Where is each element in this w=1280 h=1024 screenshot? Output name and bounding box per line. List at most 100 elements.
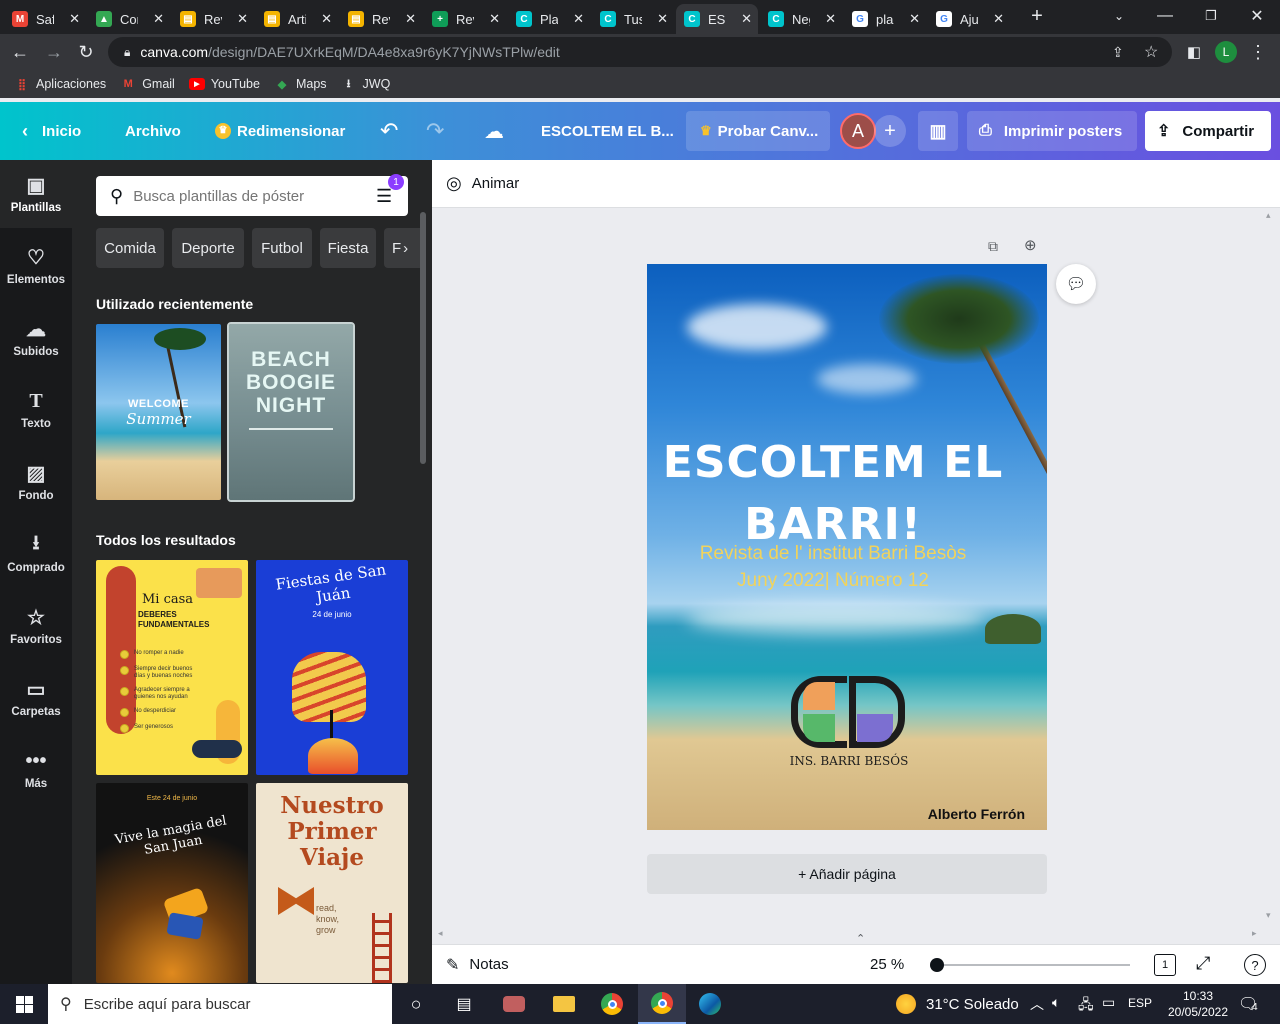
rail-item-purchased[interactable]: ⭳ Comprado [0,520,72,588]
collaborator-avatar[interactable]: A [840,113,876,149]
browser-tab[interactable]: M Safari ✕ [4,4,86,34]
close-tab-icon[interactable]: ✕ [657,11,668,27]
close-window-icon[interactable]: ✕ [1234,0,1280,32]
poster-author[interactable]: Alberto Ferrón [647,806,1025,822]
browser-tab[interactable]: ▤ Arti ✕ [256,4,338,34]
edge-icon[interactable] [686,984,734,1024]
side-panel-icon[interactable]: ◧ [1182,40,1206,64]
template-search-input[interactable] [133,187,364,205]
reload-icon[interactable]: ↻ [74,40,98,64]
input-language[interactable]: ESP [1128,996,1152,1010]
insights-chart-icon[interactable]: ▥ [918,111,958,151]
browser-tab[interactable]: Gplan ✕ [844,4,926,34]
cloud-saved-icon[interactable]: ☁ [484,102,504,160]
recent-template-beach-boogie[interactable]: BEACH BOOGIE NIGHT [227,322,355,502]
help-icon[interactable]: ? [1244,954,1266,976]
document-title[interactable]: ESCOLTEM EL B... [541,102,674,160]
bookmark-gmail[interactable]: M Gmail [120,76,175,92]
cortana-circle-icon[interactable]: ○ [392,984,440,1024]
rail-item-folders[interactable]: ▭ Carpetas [0,664,72,732]
zoom-slider-track[interactable] [932,964,1130,966]
close-tab-icon[interactable]: ✕ [405,11,416,27]
resize-button[interactable]: ♛ Redimensionar [215,102,345,160]
redo-icon[interactable]: ↷ [426,102,444,160]
network-icon[interactable]: 🖧︎ [1078,994,1094,1018]
system-clock[interactable]: 10:33 20/05/2022 [1162,988,1234,1020]
address-bar[interactable]: 🔒︎ canva.com/design/DAE7UXrkEqM/DA4e8xa9… [108,37,1172,67]
bookmark-youtube[interactable]: ▶ YouTube [188,76,260,92]
template-search-box[interactable]: ⚲ ☰ 1 [96,174,408,216]
file-menu-button[interactable]: Archivo [125,102,181,160]
browser-tab[interactable]: C ESC ✕ [676,4,758,34]
school-logo[interactable]: INS. BARRI BESÓS [789,674,909,770]
windows-start-icon[interactable] [0,984,48,1024]
zoom-value[interactable]: 25 % [870,956,904,973]
bookmark-maps[interactable]: ◆ Maps [274,76,327,92]
home-button[interactable]: ‹ Inicio [22,102,81,160]
add-page-icon[interactable]: ⊕ [1024,236,1037,254]
rail-item-text[interactable]: T Texto [0,376,72,444]
close-tab-icon[interactable]: ✕ [909,11,920,27]
rail-item-background[interactable]: ▨ Fondo [0,448,72,516]
profile-avatar[interactable]: L [1214,40,1238,64]
speaker-icon[interactable]: 🔈︎ [1052,994,1060,1011]
rail-item-uploads[interactable]: ☁ Subidos [0,304,72,372]
task-view-icon[interactable]: ▤ [440,984,488,1024]
result-template-primer-viaje[interactable]: Nuestro Primer Viaje read, know, grow [256,783,408,983]
browser-tab[interactable]: C Neg ✕ [760,4,842,34]
browser-menu-icon[interactable]: ⋮ [1246,40,1270,64]
close-tab-icon[interactable]: ✕ [993,11,1004,27]
bookmark-jwq[interactable]: ⭳ JWQ [341,76,391,92]
bookmark-star-icon[interactable]: ☆ [1144,42,1158,62]
panel-scrollbar[interactable] [420,212,426,464]
notes-button[interactable]: ✎ Notas [446,955,509,975]
scroll-right-arrow[interactable]: ▸ [1252,928,1257,939]
duplicate-page-icon[interactable]: ⧉ [988,238,998,255]
forward-icon[interactable]: → [42,40,66,64]
fullscreen-icon[interactable]: ⤢ [1196,953,1210,974]
share-button[interactable]: ⇪ Compartir [1145,111,1271,151]
poster-subtitle[interactable]: Revista de l' institut Barri Besòs Juny 2… [647,540,1019,594]
share-page-icon[interactable]: ⇪ [1112,44,1124,61]
bookmark-apps[interactable]: ⣿ Aplicaciones [14,76,106,92]
chip-comida[interactable]: Comida [96,228,164,268]
close-tab-icon[interactable]: ✕ [825,11,836,27]
browser-tab[interactable]: C Plan ✕ [508,4,590,34]
poster-page[interactable]: ESCOLTEM EL BARRI! Revista de l' institut… [647,264,1047,830]
scroll-down-arrow[interactable]: ▾ [1266,910,1271,921]
chip-partial[interactable]: F › [384,228,424,268]
close-tab-icon[interactable]: ✕ [69,11,80,27]
file-explorer-icon[interactable] [540,984,588,1024]
result-template-vive-magia[interactable]: Este 24 de junio Vive la magia del San J… [96,783,248,983]
close-tab-icon[interactable]: ✕ [237,11,248,27]
snipping-tool-icon[interactable] [490,984,538,1024]
filter-sliders-icon[interactable]: ☰ [376,186,392,207]
show-hidden-icons-chevron-icon[interactable]: ︿ [1030,994,1044,1014]
undo-icon[interactable]: ↶ [380,102,398,160]
chrome-profile-icon[interactable] [638,984,686,1024]
taskbar-search-box[interactable]: ⚲ Escribe aquí para buscar [48,984,392,1024]
rail-item-elements[interactable]: ♡ Elementos [0,232,72,300]
close-tab-icon[interactable]: ✕ [741,11,752,27]
chip-fiesta[interactable]: Fiesta [320,228,376,268]
rail-item-favorites[interactable]: ☆ Favoritos [0,592,72,660]
new-tab-button[interactable]: + [1014,0,1060,32]
try-pro-button[interactable]: ♛ Probar Canv... [686,111,830,151]
close-tab-icon[interactable]: ✕ [489,11,500,27]
scroll-up-arrow[interactable]: ▴ [1266,210,1271,221]
zoom-slider-thumb[interactable] [930,958,944,972]
add-page-button[interactable]: + Añadir página [647,854,1047,894]
close-tab-icon[interactable]: ✕ [153,11,164,27]
result-template-mi-casa[interactable]: Mi casa DEBERES FUNDAMENTALES No romper … [96,560,248,775]
browser-tab[interactable]: G Aju ✕ [928,4,1010,34]
poster-title[interactable]: ESCOLTEM EL BARRI! [647,432,1019,556]
add-collaborator-icon[interactable]: + [874,115,906,147]
scroll-left-arrow[interactable]: ◂ [438,928,443,939]
minimize-window-icon[interactable]: — [1142,0,1188,32]
display-icon[interactable]: ▭ [1102,994,1115,1011]
browser-tab[interactable]: ▤ Rev ✕ [340,4,422,34]
recent-template-welcome-summer[interactable]: WELCOME Summer [96,324,221,500]
browser-tab[interactable]: ▤ Rev ✕ [172,4,254,34]
add-comment-icon[interactable]: 💬︎ [1056,264,1096,304]
browser-tab[interactable]: + Rev ✕ [424,4,506,34]
